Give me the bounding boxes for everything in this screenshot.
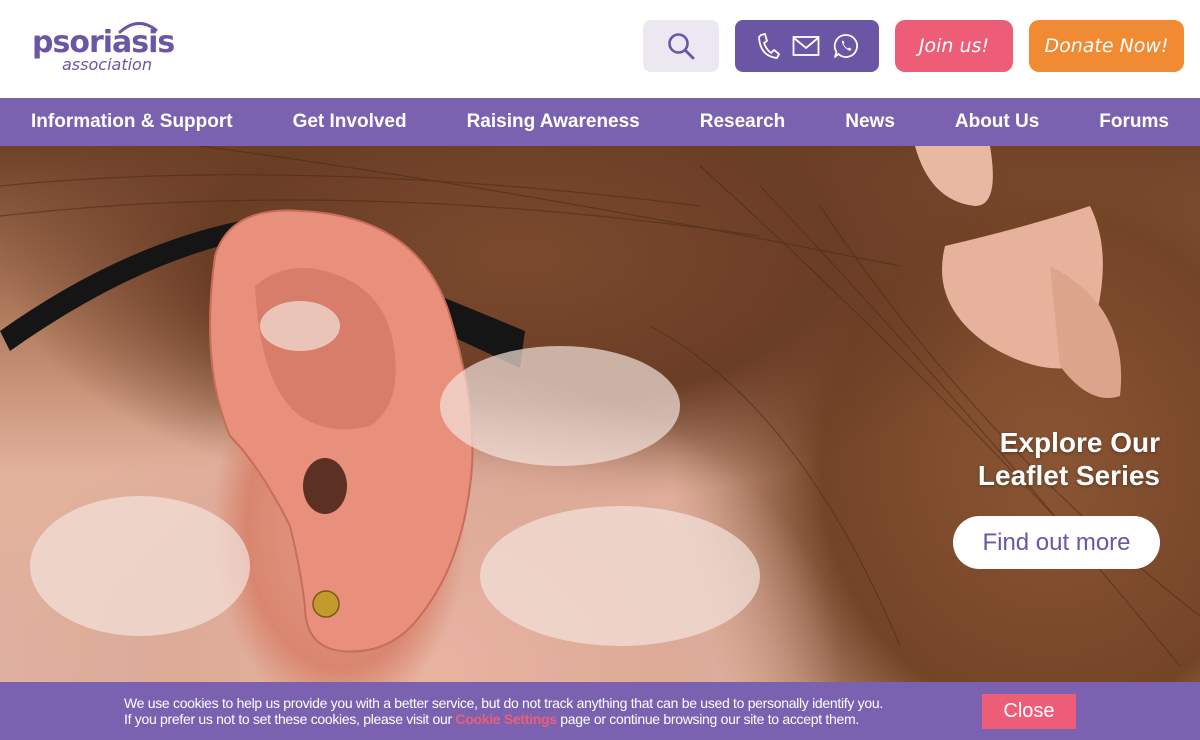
search-icon	[668, 33, 695, 60]
nav-item-about-us[interactable]: About Us	[955, 98, 1039, 146]
contact-buttons	[735, 20, 879, 72]
donate-button[interactable]: Donate Now!	[1029, 20, 1184, 72]
cookie-message: We use cookies to help us provide you wi…	[124, 695, 954, 727]
find-out-more-button[interactable]: Find out more	[953, 516, 1160, 569]
cookie-text-before-link: If you prefer us not to set these cookie…	[124, 711, 456, 727]
nav-item-raising-awareness[interactable]: Raising Awareness	[467, 98, 640, 146]
nav-item-get-involved[interactable]: Get Involved	[293, 98, 407, 146]
email-icon	[792, 36, 820, 56]
whatsapp-icon	[833, 34, 858, 58]
phone-icon	[757, 33, 780, 59]
cookie-message-line-1: We use cookies to help us provide you wi…	[124, 695, 883, 711]
email-button[interactable]	[792, 35, 820, 57]
main-nav: Information & Support Get Involved Raisi…	[0, 98, 1200, 146]
nav-item-research[interactable]: Research	[700, 98, 786, 146]
join-button[interactable]: Join us!	[895, 20, 1013, 72]
hero-banner: Explore Our Leaflet Series Find out more	[0, 146, 1200, 740]
nav-item-news[interactable]: News	[845, 98, 895, 146]
site-header: psoriasis association Join us! Donate No…	[0, 0, 1200, 98]
cookie-settings-link[interactable]: Cookie Settings	[455, 711, 557, 727]
phone-button[interactable]	[756, 32, 780, 60]
nav-item-information-support[interactable]: Information & Support	[31, 98, 233, 146]
whatsapp-button[interactable]	[833, 33, 859, 59]
site-logo[interactable]: psoriasis association	[32, 20, 182, 80]
cookie-message-line-2: If you prefer us not to set these cookie…	[124, 711, 954, 727]
cookie-banner: We use cookies to help us provide you wi…	[0, 682, 1200, 740]
search-button[interactable]	[643, 20, 719, 72]
hero-title-line-1: Explore Our	[999, 427, 1160, 458]
nav-item-forums[interactable]: Forums	[1099, 98, 1169, 146]
cookie-close-button[interactable]: Close	[982, 694, 1076, 729]
hero-title-line-2: Leaflet Series	[977, 460, 1160, 491]
logo-subtitle: association	[62, 55, 152, 74]
hero-caption: Explore Our Leaflet Series	[978, 426, 1160, 492]
cookie-text-after-link: page or continue browsing our site to ac…	[556, 711, 859, 727]
